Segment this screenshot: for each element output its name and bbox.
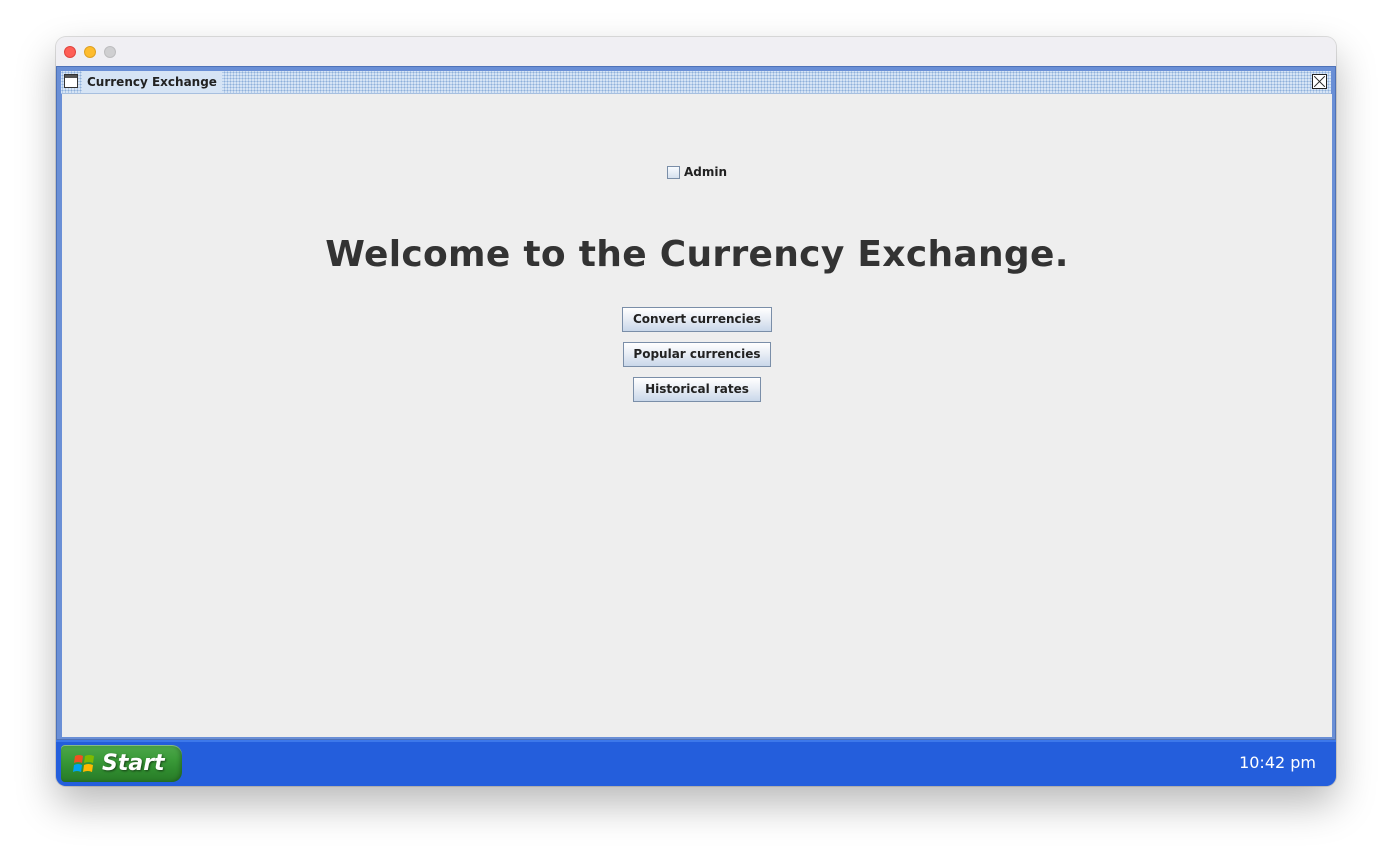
desktop-pane: Currency Exchange Admin Welcome to the C… — [56, 66, 1336, 786]
admin-checkbox-label[interactable]: Admin — [684, 165, 727, 179]
admin-checkbox-box[interactable] — [666, 165, 680, 179]
frame-title: Currency Exchange — [82, 71, 222, 93]
currency-exchange-frame: Currency Exchange Admin Welcome to the C… — [56, 66, 1336, 740]
window-icon — [64, 74, 78, 88]
popular-currencies-button[interactable]: Popular currencies — [623, 342, 771, 367]
mac-minimize-button[interactable] — [84, 46, 96, 58]
mac-zoom-button[interactable] — [104, 46, 116, 58]
main-content: Admin Welcome to the Currency Exchange. … — [62, 94, 1332, 737]
mac-titlebar — [56, 37, 1336, 67]
historical-rates-button[interactable]: Historical rates — [633, 377, 761, 402]
mac-close-button[interactable] — [64, 46, 76, 58]
app-window: Currency Exchange Admin Welcome to the C… — [56, 37, 1336, 786]
convert-currencies-button[interactable]: Convert currencies — [622, 307, 772, 332]
frame-titlebar[interactable]: Currency Exchange — [61, 71, 1331, 94]
windows-logo-icon — [73, 755, 94, 772]
admin-row: Admin — [62, 165, 1332, 185]
admin-checkbox[interactable]: Admin — [666, 165, 727, 179]
welcome-heading: Welcome to the Currency Exchange. — [325, 234, 1069, 275]
start-label: Start — [102, 751, 165, 776]
start-button[interactable]: Start — [61, 745, 182, 782]
taskbar: Start 10:42 pm — [56, 740, 1336, 786]
taskbar-clock: 10:42 pm — [1239, 753, 1316, 772]
close-icon[interactable] — [1312, 74, 1327, 89]
